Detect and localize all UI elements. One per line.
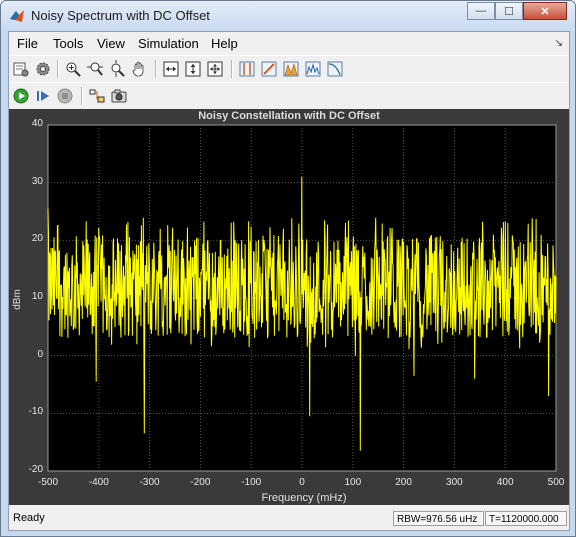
menu-file[interactable]: File (17, 36, 38, 51)
step-forward-icon (37, 91, 49, 101)
x-axis-label: Frequency (mHz) (261, 492, 347, 504)
menu-view[interactable]: View (97, 36, 125, 51)
gear-icon (36, 62, 50, 76)
run-icon (13, 88, 29, 104)
autoscale-button[interactable] (205, 59, 225, 79)
menu-help[interactable]: Help (211, 36, 238, 51)
cursor-measurements-button[interactable] (237, 59, 257, 79)
signal-statistics-button[interactable] (259, 59, 279, 79)
run-button[interactable] (11, 86, 31, 106)
scope-window: Noisy Spectrum with DC Offset — ☐ ✕ File… (0, 0, 576, 537)
scale-y-axis-button[interactable] (183, 59, 203, 79)
menu-tools[interactable]: Tools (53, 36, 83, 51)
minimize-icon: — (475, 5, 487, 17)
toolbar-simulation (9, 82, 569, 110)
spectrum-chart[interactable] (9, 109, 569, 505)
scale-axes-button[interactable] (161, 59, 181, 79)
zoom-x-button[interactable] (85, 59, 105, 79)
highlight-block-button[interactable] (87, 86, 107, 106)
maximize-icon: ☐ (504, 5, 514, 18)
status-bar: Ready RBW=976.56 uHz T=1120000.000 (9, 508, 569, 530)
zoom-y-button[interactable] (107, 59, 127, 79)
peak-finder-button[interactable] (281, 59, 301, 79)
zoom-in-button[interactable] (63, 59, 83, 79)
zoom-in-icon (66, 62, 81, 77)
pan-button[interactable] (129, 59, 149, 79)
configuration-button[interactable] (33, 59, 53, 79)
stop-button[interactable] (55, 86, 75, 106)
distortion-icon (305, 61, 321, 77)
ccdf-measurements-button[interactable] (325, 59, 345, 79)
zoom-y-icon (111, 60, 125, 77)
peak-finder-icon (283, 61, 299, 77)
status-ready: Ready (13, 512, 45, 524)
camera-icon (111, 89, 127, 103)
maximize-button[interactable]: ☐ (495, 2, 523, 20)
undock-arrow-icon[interactable]: ↘ (555, 38, 563, 49)
scope-parameters-icon (13, 62, 29, 77)
status-rbw: RBW=976.56 uHz (393, 511, 484, 526)
statistics-icon (261, 61, 277, 77)
close-icon: ✕ (540, 5, 550, 18)
scale-y-icon (185, 61, 201, 77)
step-forward-button[interactable] (33, 86, 53, 106)
scope-parameters-button[interactable] (11, 59, 31, 79)
menu-simulation[interactable]: Simulation (138, 36, 199, 51)
snapshot-button[interactable] (109, 86, 129, 106)
cursor-icon (239, 61, 255, 77)
scale-x-icon (163, 61, 179, 77)
toolbar-measurements (9, 55, 569, 83)
title-bar[interactable]: Noisy Spectrum with DC Offset — ☐ ✕ (1, 1, 575, 31)
minimize-button[interactable]: — (467, 2, 495, 20)
close-button[interactable]: ✕ (523, 2, 567, 20)
status-time: T=1120000.000 (485, 511, 567, 526)
zoom-x-icon (87, 62, 103, 76)
window-title: Noisy Spectrum with DC Offset (31, 8, 210, 23)
distortion-measurements-button[interactable] (303, 59, 323, 79)
matlab-icon (10, 10, 24, 22)
autoscale-icon (207, 61, 223, 77)
plot-area: Noisy Constellation with DC Offset dBm 4… (9, 109, 569, 505)
stop-icon (57, 88, 73, 104)
scope-client-area: File Tools View Simulation Help ↘ Noisy … (8, 31, 570, 531)
ccdf-icon (327, 61, 343, 77)
hand-icon (132, 61, 144, 77)
menu-bar: File Tools View Simulation Help ↘ (9, 32, 569, 54)
highlight-block-icon (89, 89, 105, 103)
